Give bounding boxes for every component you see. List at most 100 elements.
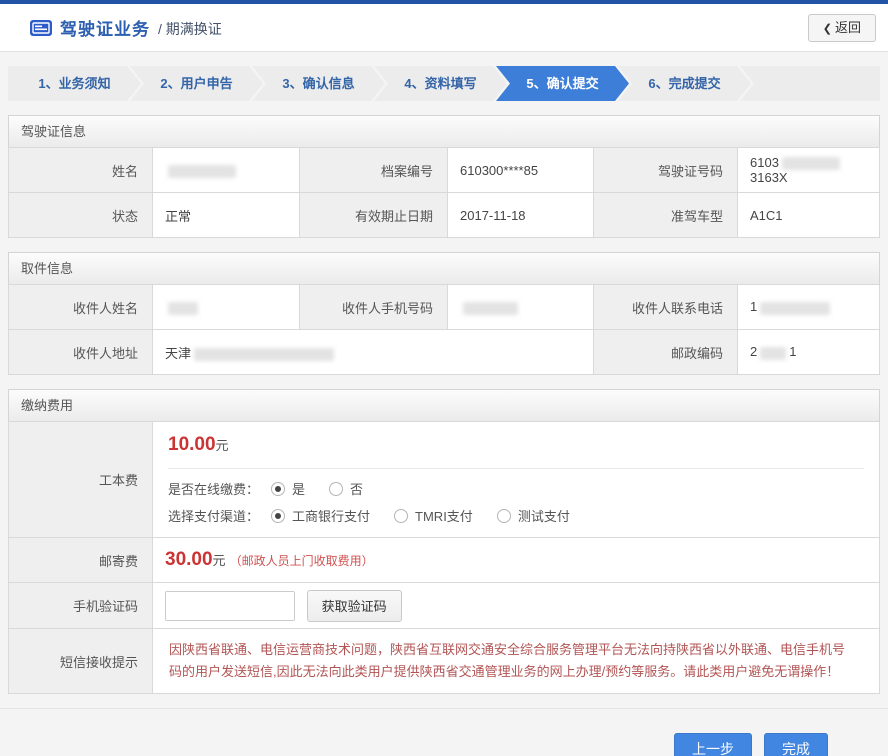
table-row: 收件人地址 天津 邮政编码 21 [9, 330, 880, 375]
channel-icbc-label: 工商银行支付 [292, 506, 370, 525]
steps-filler [740, 66, 880, 101]
redacted-license-no [782, 157, 840, 170]
online-pay-question-row: 是否在线缴费： 是 否 [168, 479, 864, 498]
online-pay-no-label: 否 [350, 479, 363, 498]
mail-fee-unit: 元 [213, 553, 226, 568]
step-1-notice: 1、业务须知 [8, 66, 141, 101]
archive-no-label: 档案编号 [300, 148, 448, 193]
table-row: 短信接收提示 因陕西省联通、电信运营商技术问题，陕西省互联网交通安全综合服务管理… [9, 629, 880, 694]
table-row: 手机验证码 获取验证码 [9, 583, 880, 629]
status-label: 状态 [9, 193, 153, 238]
recipient-name-label: 收件人姓名 [9, 285, 153, 330]
redacted-postal [760, 347, 786, 360]
online-pay-no-radio[interactable]: 否 [329, 479, 363, 498]
online-pay-yes-radio[interactable]: 是 [271, 479, 305, 498]
license-no-suffix: 3163X [750, 170, 788, 185]
sms-notice-label: 短信接收提示 [9, 629, 153, 694]
pay-channel-question-row: 选择支付渠道： 工商银行支付 TMRI支付 测试支付 [168, 506, 864, 525]
recipient-mobile-label: 收件人手机号码 [300, 285, 448, 330]
page: 驾驶证业务 / 期满换证 ❮返回 1、业务须知 2、用户申告 3、确认信息 4、… [0, 0, 888, 756]
radio-unselected-icon [497, 509, 511, 523]
online-pay-question: 是否在线缴费： [168, 479, 259, 498]
name-label: 姓名 [9, 148, 153, 193]
payment-section-title: 缴纳费用 [8, 389, 880, 421]
mail-fee-label: 邮寄费 [9, 538, 153, 583]
payment-section: 缴纳费用 工本费 10.00元 是否在线缴费： 是 否 选择支付渠道： [8, 389, 880, 694]
recipient-address-label: 收件人地址 [9, 330, 153, 375]
step-2-declaration: 2、用户申告 [130, 66, 263, 101]
verification-code-cell: 获取验证码 [153, 583, 880, 629]
step-5-confirm-submit: 5、确认提交 [496, 66, 629, 101]
phone-prefix: 1 [750, 299, 757, 314]
mail-fee-amount: 30.00 [165, 549, 213, 570]
page-title: 驾驶证业务 [60, 15, 150, 40]
redacted-name [168, 165, 236, 178]
divider [168, 468, 864, 469]
pay-channel-question: 选择支付渠道： [168, 506, 259, 525]
verification-code-label: 手机验证码 [9, 583, 153, 629]
expiry-label: 有效期止日期 [300, 193, 448, 238]
postal-code-label: 邮政编码 [594, 330, 738, 375]
radio-unselected-icon [394, 509, 408, 523]
table-row: 邮寄费 30.00元 （邮政人员上门收取费用） [9, 538, 880, 583]
step-6-complete: 6、完成提交 [618, 66, 751, 101]
redacted-recipient-name [168, 302, 198, 315]
table-row: 姓名 档案编号 610300****85 驾驶证号码 61033163X [9, 148, 880, 193]
sms-notice-text: 因陕西省联通、电信运营商技术问题，陕西省互联网交通安全综合服务管理平台无法向持陕… [167, 629, 865, 693]
redacted-phone [760, 302, 830, 315]
mail-fee-cell: 30.00元 （邮政人员上门收取费用） [153, 538, 880, 583]
name-value [153, 148, 300, 193]
footer-actions: 上一步 完成 [0, 708, 888, 756]
table-row: 收件人姓名 收件人手机号码 收件人联系电话 1 [9, 285, 880, 330]
table-row: 工本费 10.00元 是否在线缴费： 是 否 选择支付渠道： 工商银行支付 TM… [9, 422, 880, 538]
page-header: 驾驶证业务 / 期满换证 ❮返回 [0, 4, 888, 52]
breadcrumb: / 期满换证 [158, 17, 222, 39]
chevron-left-icon: ❮ [823, 23, 832, 35]
redacted-address [194, 348, 334, 361]
license-no-label: 驾驶证号码 [594, 148, 738, 193]
previous-step-button[interactable]: 上一步 [674, 733, 752, 756]
table-row: 状态 正常 有效期止日期 2017-11-18 准驾车型 A1C1 [9, 193, 880, 238]
production-fee-unit: 元 [216, 438, 229, 453]
postal-prefix: 2 [750, 344, 757, 359]
mail-fee-note: （邮政人员上门收取费用） [230, 554, 374, 568]
verification-code-input[interactable] [165, 591, 295, 621]
radio-selected-icon [271, 509, 285, 523]
back-button[interactable]: ❮返回 [808, 14, 876, 42]
production-fee-amount: 10.00 [168, 434, 216, 455]
vehicle-class-value: A1C1 [738, 193, 880, 238]
channel-tmri-label: TMRI支付 [415, 506, 473, 525]
license-info-table: 姓名 档案编号 610300****85 驾驶证号码 61033163X 状态 … [8, 147, 880, 238]
recipient-address-value: 天津 [153, 330, 594, 375]
postal-suffix: 1 [789, 344, 796, 359]
license-no-value: 61033163X [738, 148, 880, 193]
sms-notice-cell: 因陕西省联通、电信运营商技术问题，陕西省互联网交通安全综合服务管理平台无法向持陕… [153, 629, 880, 694]
step-3-confirm-info: 3、确认信息 [252, 66, 385, 101]
redacted-mobile [463, 302, 518, 315]
step-4-fill-data: 4、资料填写 [374, 66, 507, 101]
production-fee-cell: 10.00元 是否在线缴费： 是 否 选择支付渠道： 工商银行支付 TMRI支付… [153, 422, 880, 538]
recipient-name-value [153, 285, 300, 330]
payment-table: 工本费 10.00元 是否在线缴费： 是 否 选择支付渠道： 工商银行支付 TM… [8, 421, 880, 694]
back-button-label: 返回 [835, 20, 861, 35]
address-prefix: 天津 [165, 346, 191, 361]
production-fee-label: 工本费 [9, 422, 153, 538]
channel-test-radio[interactable]: 测试支付 [497, 506, 570, 525]
radio-selected-icon [271, 482, 285, 496]
expiry-value: 2017-11-18 [448, 193, 594, 238]
channel-tmri-radio[interactable]: TMRI支付 [394, 506, 473, 525]
get-code-button[interactable]: 获取验证码 [307, 590, 402, 622]
pickup-section-title: 取件信息 [8, 252, 880, 284]
license-no-prefix: 6103 [750, 155, 779, 170]
channel-icbc-radio[interactable]: 工商银行支付 [271, 506, 370, 525]
pickup-info-table: 收件人姓名 收件人手机号码 收件人联系电话 1 收件人地址 天津 邮政编码 21 [8, 284, 880, 375]
postal-code-value: 21 [738, 330, 880, 375]
recipient-phone-label: 收件人联系电话 [594, 285, 738, 330]
license-menu-icon [30, 19, 52, 37]
wizard-steps: 1、业务须知 2、用户申告 3、确认信息 4、资料填写 5、确认提交 6、完成提… [8, 66, 880, 101]
finish-button[interactable]: 完成 [764, 733, 828, 756]
recipient-mobile-value [448, 285, 594, 330]
license-info-section: 驾驶证信息 姓名 档案编号 610300****85 驾驶证号码 6103316… [8, 115, 880, 238]
recipient-phone-value: 1 [738, 285, 880, 330]
status-value: 正常 [153, 193, 300, 238]
